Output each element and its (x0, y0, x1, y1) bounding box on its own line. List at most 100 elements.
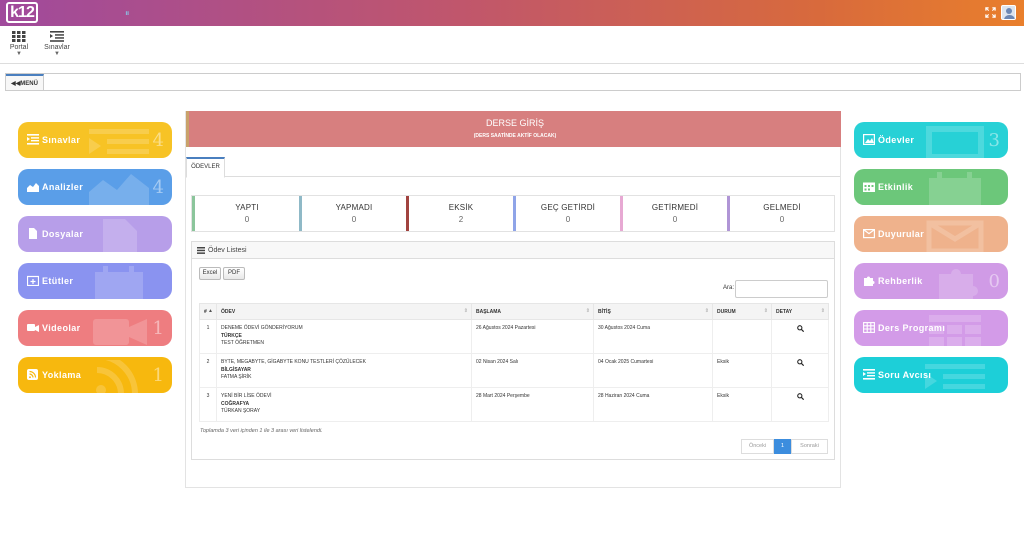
tile-count: 0 (988, 271, 1000, 292)
tab-odevler[interactable]: ÖDEVLER (186, 157, 225, 178)
stat-label: GETİRMEDİ (651, 203, 699, 212)
derse-giris-button[interactable]: DERSE GİRİŞ (DERS SAATİNDE AKTİF OLACAK) (186, 111, 841, 147)
tile-label: Sınavlar (42, 135, 81, 145)
derse-giris-subtitle: (DERS SAATİNDE AKTİF OLACAK) (473, 133, 557, 139)
odev-subject: COĞRAFYA (221, 400, 250, 407)
tile-analizler[interactable]: Analizler 4 (18, 169, 172, 205)
calendar-icon (863, 182, 875, 192)
magnifier-icon[interactable] (796, 393, 804, 400)
picture-ghost-icon (926, 126, 984, 158)
menu-tab[interactable]: ◀◀MENÜ (6, 74, 44, 90)
odev-subject: TÜRKÇE (221, 332, 242, 339)
cell-detay (771, 387, 829, 422)
tab-bar: ÖDEVLER (186, 157, 840, 178)
sidebar-toggle-icon[interactable]: ⏸ (125, 8, 130, 19)
calendar-ghost-icon (929, 172, 981, 205)
tile-etutler[interactable]: Etütler (18, 263, 172, 299)
expand-icon[interactable] (985, 7, 996, 18)
col-bitis[interactable]: BİTİŞ ⇕ (593, 303, 713, 320)
odev-teacher: TÜRKAN ŞORAY (221, 408, 261, 414)
tile-label: Yoklama (42, 370, 82, 380)
tile-count: 4 (152, 177, 164, 198)
table-icon (863, 322, 875, 333)
video-icon (27, 324, 39, 332)
tile-etkinlik[interactable]: Etkinlik (854, 169, 1008, 205)
cell-odev: BYTE, MEGABYTE, GİGABYTE KONU TESTLERİ Ç… (216, 353, 472, 388)
tile-soru-avcisi[interactable]: Soru Avcısı (854, 357, 1008, 393)
odev-title: BYTE, MEGABYTE, GİGABYTE KONU TESTLERİ Ç… (221, 359, 366, 365)
sort-icon: ⇕ (585, 308, 590, 314)
col-number[interactable]: # ▲ (199, 303, 217, 320)
cell-odev: DENEME ÖDEVİ GÖNDERİYORUM TÜRKÇE TEST ÖĞ… (216, 319, 472, 354)
tile-count: 4 (152, 130, 164, 151)
odev-listesi: Ödev Listesi Excel PDF Ara: # ▲ ÖDEV ⇕ BAŞ… (191, 241, 835, 460)
pdf-button[interactable]: PDF (223, 267, 245, 280)
tile-yoklama[interactable]: Yoklama 1 (18, 357, 172, 393)
stat-label: YAPMADI (335, 203, 373, 212)
pager-page-1[interactable]: 1 (774, 439, 791, 454)
odev-listesi-header: Ödev Listesi (192, 242, 834, 259)
list-ghost-icon (89, 129, 149, 154)
homework-stats: YAPTI 0 YAPMADI 0 EKSİK 2 GEÇ GETİRDİ 0 … (191, 195, 835, 232)
search-input[interactable] (735, 280, 828, 298)
grid-icon (12, 31, 26, 42)
magnifier-icon[interactable] (796, 359, 804, 366)
cell-number: 2 (199, 353, 217, 388)
sinavlar-menu[interactable]: Sınavlar ▼ (42, 31, 72, 57)
stat-eksik: EKSİK 2 (406, 196, 513, 231)
tile-label: Rehberlik (878, 276, 923, 286)
stat-yapmadi: YAPMADI 0 (299, 196, 406, 231)
tile-odevler[interactable]: Ödevler 3 (854, 122, 1008, 158)
area-chart-ghost-icon (89, 174, 149, 205)
tile-rehberlik[interactable]: Rehberlik 0 (854, 263, 1008, 299)
stat-yapti: YAPTI 0 (192, 196, 299, 231)
cell-detay (771, 319, 829, 354)
table-info: Toplamda 3 veri içinden 1 ile 3 arası ve… (200, 428, 323, 434)
table-header-row: # ▲ ÖDEV ⇕ BAŞLAMA ⇕ BİTİŞ ⇕ DURUM ⇕ DETAY ⇕ (199, 303, 829, 320)
tile-dosyalar[interactable]: Dosyalar (18, 216, 172, 252)
stat-label: GELMEDİ (763, 203, 801, 212)
table-row: 1 DENEME ÖDEVİ GÖNDERİYORUM TÜRKÇE TEST … (199, 319, 829, 354)
col-baslama[interactable]: BAŞLAMA ⇕ (471, 303, 594, 320)
tile-ders-programi[interactable]: Ders Programı (854, 310, 1008, 346)
puzzle-ghost-icon (939, 269, 978, 299)
k12-logo[interactable]: k12 (6, 2, 38, 23)
user-avatar[interactable] (1001, 5, 1016, 20)
sort-asc-icon: ▲ (208, 308, 213, 314)
table-row: 3 YENİ BİR LİSE ÖDEVİ COĞRAFYA TÜRKAN ŞO… (199, 387, 829, 422)
tile-count: 1 (152, 318, 164, 339)
search-label: Ara: (723, 285, 735, 291)
tile-videolar[interactable]: Videolar 1 (18, 310, 172, 346)
tile-count: 1 (152, 365, 164, 386)
sort-icon: ⇕ (463, 308, 468, 314)
puzzle-icon (864, 276, 875, 286)
stat-value: 0 (672, 215, 678, 224)
portal-menu[interactable]: Portal ▼ (4, 31, 34, 57)
odev-table: # ▲ ÖDEV ⇕ BAŞLAMA ⇕ BİTİŞ ⇕ DURUM ⇕ DETAY ⇕ 1… (199, 303, 829, 422)
col-odev[interactable]: ÖDEV ⇕ (216, 303, 472, 320)
stat-value: 0 (565, 215, 571, 224)
video-ghost-icon (93, 319, 147, 345)
file-ghost-icon (103, 219, 137, 252)
col-durum[interactable]: DURUM ⇕ (712, 303, 772, 320)
tile-count: 3 (988, 130, 1000, 151)
list-ghost-icon (925, 364, 985, 389)
pager-next-button[interactable]: Sonraki (791, 439, 828, 454)
cell-bitis: 30 Ağustos 2024 Cuma (593, 319, 713, 354)
excel-button[interactable]: Excel (199, 267, 221, 280)
envelope-ghost-icon (926, 220, 984, 252)
envelope-icon (863, 229, 875, 239)
tile-sinavlar[interactable]: Sınavlar 4 (18, 122, 172, 158)
magnifier-icon[interactable] (796, 325, 804, 332)
odev-subject: BİLGİSAYAR (221, 366, 251, 373)
derse-giris-title: DERSE GİRİŞ (485, 118, 544, 128)
portal-label: Portal (9, 44, 29, 51)
cell-detay (771, 353, 829, 388)
sort-icon: ⇕ (763, 308, 768, 314)
tile-duyurular[interactable]: Duyurular (854, 216, 1008, 252)
pager-prev-button[interactable]: Önceki (741, 439, 774, 454)
chevron-down-icon: ▼ (16, 51, 22, 57)
tile-label: Analizler (42, 182, 84, 192)
cell-durum: Eksik (712, 387, 772, 422)
col-detay[interactable]: DETAY ⇕ (771, 303, 829, 320)
